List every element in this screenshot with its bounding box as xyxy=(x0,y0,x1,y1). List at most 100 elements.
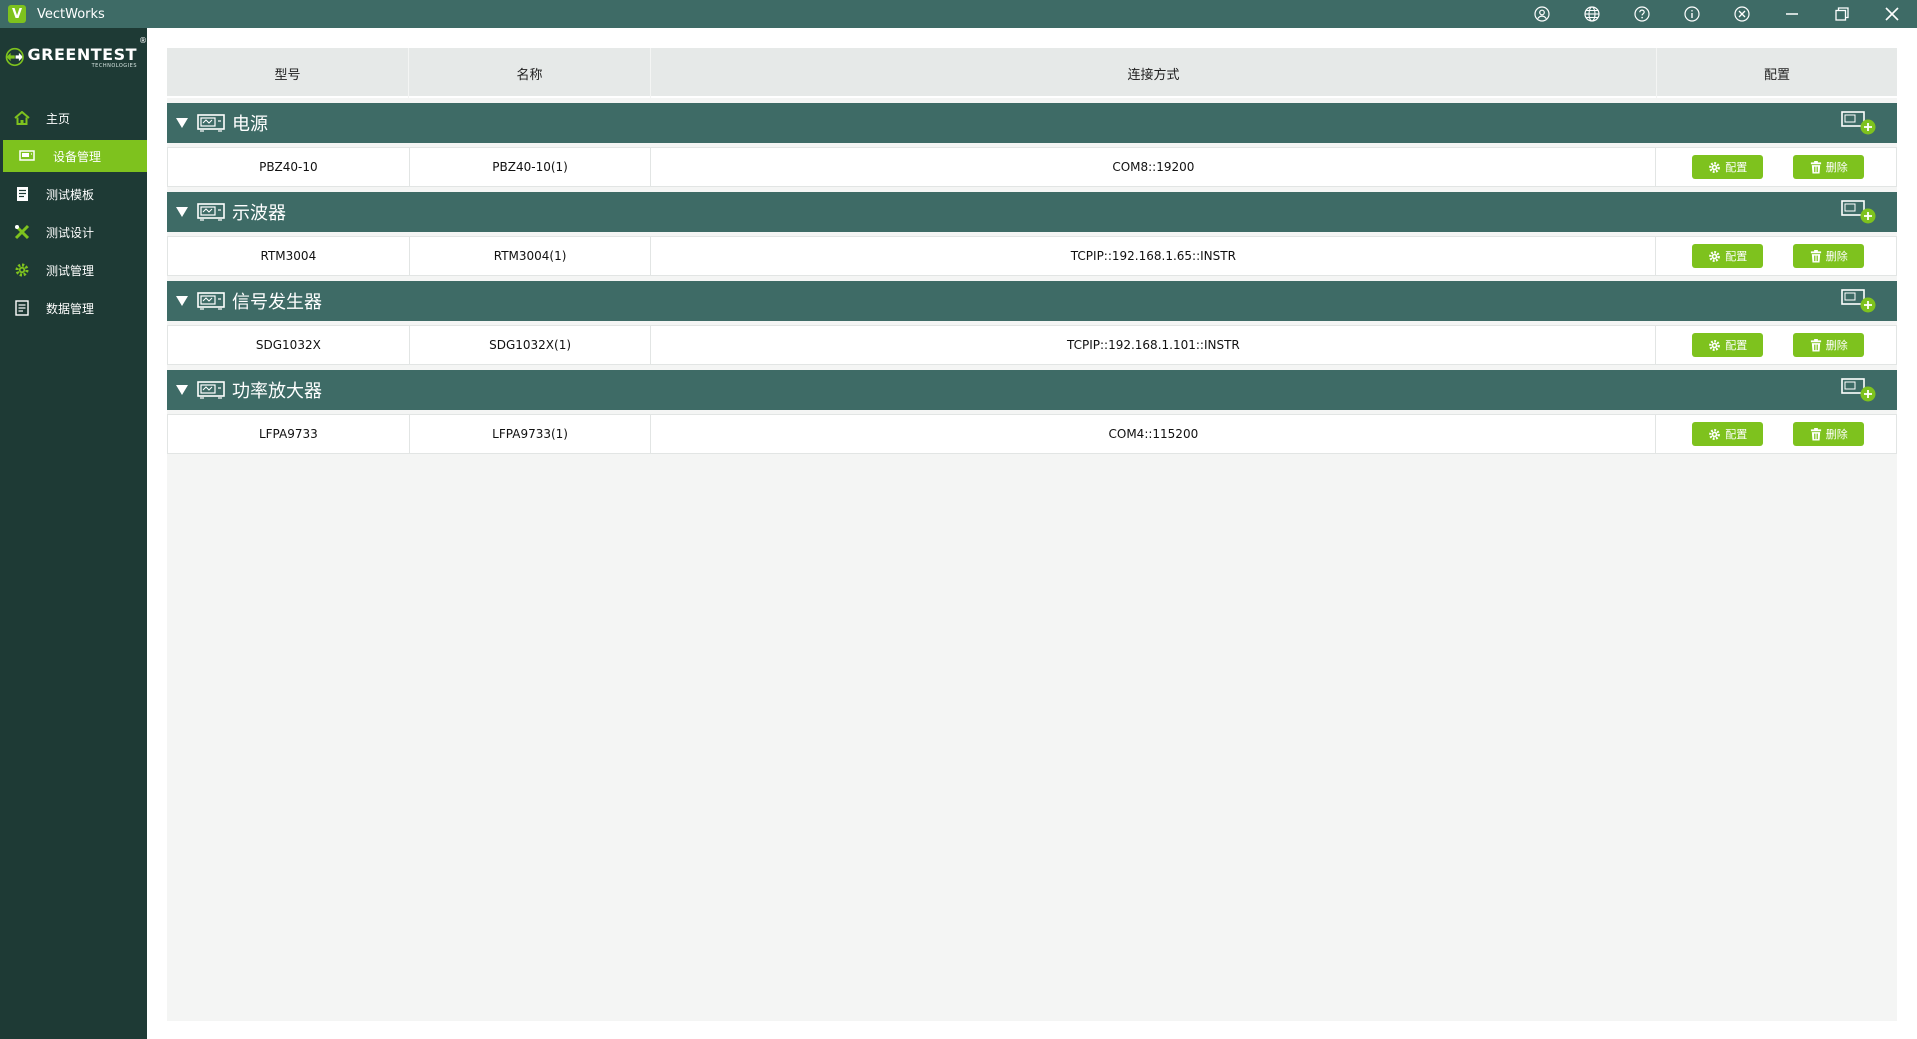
sidebar-item-label: 测试设计 xyxy=(46,225,95,240)
cell-model: SDG1032X xyxy=(168,326,410,364)
info-icon[interactable] xyxy=(1667,0,1717,28)
gear-icon xyxy=(12,262,32,278)
gear-icon xyxy=(1709,161,1721,173)
group-title: 功率放大器 xyxy=(232,381,322,402)
restore-icon[interactable] xyxy=(1817,0,1867,28)
device-icon xyxy=(17,148,37,164)
table-row: SDG1032X SDG1032X(1) TCPIP::192.168.1.10… xyxy=(167,325,1897,365)
template-icon xyxy=(12,186,32,202)
globe-icon[interactable] xyxy=(1567,0,1617,28)
table-row: LFPA9733 LFPA9733(1) COM4::115200 配置 删除 xyxy=(167,414,1897,454)
cell-connection: TCPIP::192.168.1.65::INSTR xyxy=(651,237,1657,275)
minimize-icon[interactable] xyxy=(1767,0,1817,28)
config-button[interactable]: 配置 xyxy=(1692,244,1764,268)
title-bar: V VectWorks xyxy=(0,0,1917,28)
collapse-triangle-icon[interactable] xyxy=(175,117,189,129)
sidebar-item-test-management[interactable]: 测试管理 xyxy=(0,254,147,286)
collapse-triangle-icon[interactable] xyxy=(175,295,189,307)
sidebar-item-device-management[interactable]: 设备管理 xyxy=(3,140,147,172)
add-device-button[interactable] xyxy=(1841,377,1877,407)
config-button-label: 配置 xyxy=(1725,428,1748,441)
config-button[interactable]: 配置 xyxy=(1692,333,1764,357)
sidebar-item-test-design[interactable]: 测试设计 xyxy=(0,216,147,248)
device-table-panel: 型号 名称 连接方式 配置 电源 PBZ40-10 PBZ40-10(1) CO… xyxy=(167,48,1897,1021)
config-button[interactable]: 配置 xyxy=(1692,155,1764,179)
cell-actions: 配置 删除 xyxy=(1656,415,1896,453)
sidebar-item-data-management[interactable]: 数据管理 xyxy=(0,292,147,324)
brand-subtitle: TECHNOLOGIES xyxy=(91,62,137,69)
home-icon xyxy=(12,110,32,126)
sidebar-item-test-template[interactable]: 测试模板 xyxy=(0,178,147,210)
greentest-logo-icon xyxy=(5,47,24,67)
brand-registered-mark: ® xyxy=(139,36,147,45)
device-group: 功率放大器 LFPA9733 LFPA9733(1) COM4::115200 … xyxy=(167,370,1897,454)
group-header[interactable]: 信号发生器 xyxy=(167,281,1897,321)
brand-name: GREENTEST xyxy=(27,44,137,64)
cell-model: LFPA9733 xyxy=(168,415,410,453)
column-header-name: 名称 xyxy=(409,48,651,98)
group-rows: PBZ40-10 PBZ40-10(1) COM8::19200 配置 删除 xyxy=(167,147,1897,187)
sidebar: GREENTEST TECHNOLOGIES ® 主页 设备管理 测试模板 测试… xyxy=(0,28,147,1039)
config-button[interactable]: 配置 xyxy=(1692,422,1764,446)
delete-button[interactable]: 删除 xyxy=(1793,422,1865,446)
user-icon[interactable] xyxy=(1517,0,1567,28)
cell-model: RTM3004 xyxy=(168,237,410,275)
delete-button-label: 删除 xyxy=(1825,339,1848,352)
brand-logo: GREENTEST TECHNOLOGIES ® xyxy=(0,28,147,86)
group-title: 电源 xyxy=(232,114,268,135)
delete-button[interactable]: 删除 xyxy=(1793,244,1865,268)
help-icon[interactable] xyxy=(1617,0,1667,28)
close-icon[interactable] xyxy=(1867,0,1917,28)
delete-button-label: 删除 xyxy=(1825,250,1848,263)
main-content: 型号 名称 连接方式 配置 电源 PBZ40-10 PBZ40-10(1) CO… xyxy=(147,28,1917,1039)
group-header[interactable]: 示波器 xyxy=(167,192,1897,232)
sidebar-item-label: 测试模板 xyxy=(46,187,95,202)
cell-model: PBZ40-10 xyxy=(168,148,410,186)
cell-name: PBZ40-10(1) xyxy=(410,148,652,186)
sidebar-item-label: 测试管理 xyxy=(46,263,95,278)
cell-name: LFPA9733(1) xyxy=(410,415,652,453)
gear-icon xyxy=(1709,339,1721,351)
app-title: VectWorks xyxy=(37,6,105,22)
cell-name: RTM3004(1) xyxy=(410,237,652,275)
group-header[interactable]: 电源 xyxy=(167,103,1897,143)
device-icon xyxy=(197,203,225,221)
delete-button[interactable]: 删除 xyxy=(1793,155,1865,179)
sidebar-item-label: 主页 xyxy=(46,111,71,126)
device-group: 电源 PBZ40-10 PBZ40-10(1) COM8::19200 配置 删… xyxy=(167,103,1897,187)
add-device-button[interactable] xyxy=(1841,110,1877,140)
sidebar-item-label: 设备管理 xyxy=(53,149,102,164)
table-row: PBZ40-10 PBZ40-10(1) COM8::19200 配置 删除 xyxy=(167,147,1897,187)
table-header: 型号 名称 连接方式 配置 xyxy=(167,48,1897,98)
device-icon xyxy=(197,292,225,310)
trash-icon xyxy=(1810,338,1821,352)
config-button-label: 配置 xyxy=(1725,339,1748,352)
gear-icon xyxy=(1709,428,1721,440)
group-title: 示波器 xyxy=(232,203,286,224)
column-header-config: 配置 xyxy=(1763,67,1790,83)
tools-icon[interactable] xyxy=(1717,0,1767,28)
device-groups: 电源 PBZ40-10 PBZ40-10(1) COM8::19200 配置 删… xyxy=(167,103,1897,454)
sidebar-item-label: 数据管理 xyxy=(46,301,95,316)
column-header-model: 型号 xyxy=(167,48,409,98)
cell-connection: COM4::115200 xyxy=(651,415,1657,453)
cell-name: SDG1032X(1) xyxy=(410,326,652,364)
delete-button-label: 删除 xyxy=(1825,428,1848,441)
title-bar-controls xyxy=(1517,0,1917,28)
collapse-triangle-icon[interactable] xyxy=(175,384,189,396)
column-header-connection: 连接方式 xyxy=(651,48,1657,98)
config-button-label: 配置 xyxy=(1725,161,1748,174)
design-icon xyxy=(12,224,32,240)
group-rows: SDG1032X SDG1032X(1) TCPIP::192.168.1.10… xyxy=(167,325,1897,365)
collapse-triangle-icon[interactable] xyxy=(175,206,189,218)
cell-actions: 配置 删除 xyxy=(1656,237,1896,275)
delete-button[interactable]: 删除 xyxy=(1793,333,1865,357)
cell-connection: TCPIP::192.168.1.101::INSTR xyxy=(651,326,1657,364)
group-header[interactable]: 功率放大器 xyxy=(167,370,1897,410)
config-button-label: 配置 xyxy=(1725,250,1748,263)
sidebar-item-home[interactable]: 主页 xyxy=(0,102,147,134)
device-group: 信号发生器 SDG1032X SDG1032X(1) TCPIP::192.16… xyxy=(167,281,1897,365)
add-device-button[interactable] xyxy=(1841,199,1877,229)
add-device-button[interactable] xyxy=(1841,288,1877,318)
sidebar-nav: 主页 设备管理 测试模板 测试设计 测试管理 数据管理 xyxy=(0,102,147,324)
